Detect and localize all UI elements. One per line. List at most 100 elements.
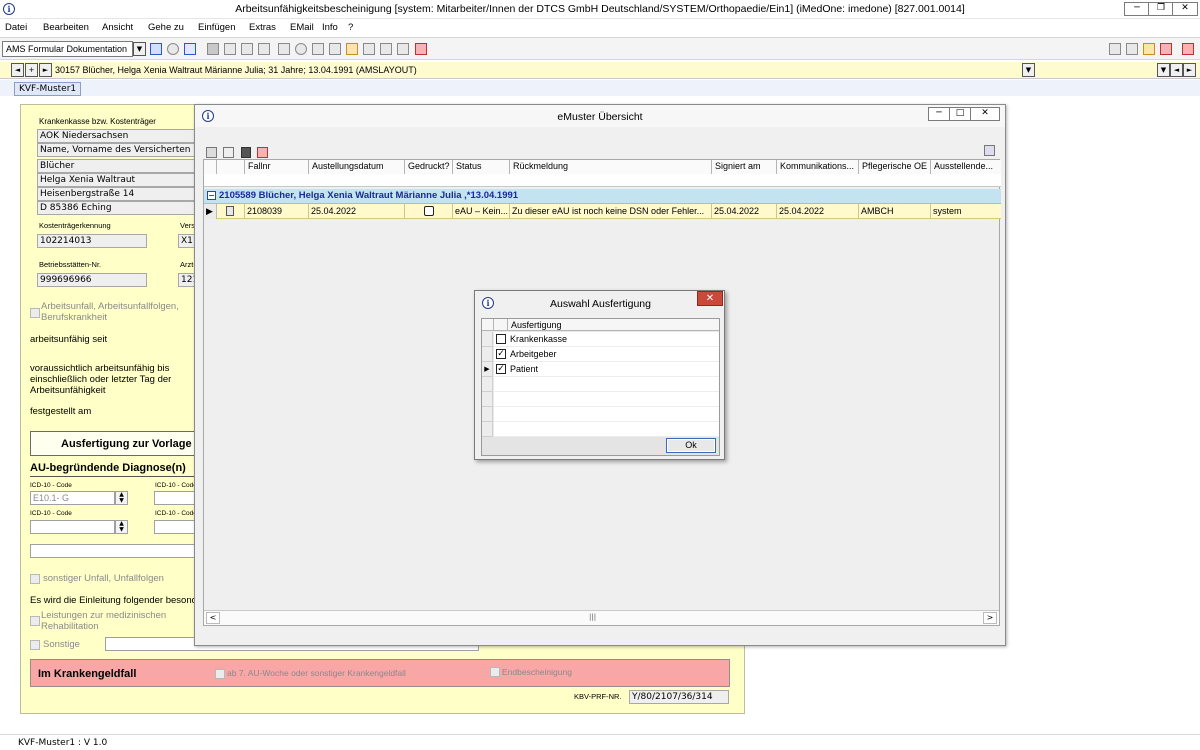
header-fallnr[interactable]: Fallnr (245, 160, 309, 174)
leistungen-checkbox[interactable] (30, 616, 40, 626)
ok-button[interactable]: Ok (666, 438, 716, 453)
warning-doc-icon[interactable] (1143, 43, 1155, 55)
menu-gehe-zu[interactable]: Gehe zu (148, 22, 184, 33)
icd-field-2[interactable] (154, 491, 199, 505)
trash-icon[interactable] (241, 147, 251, 158)
export-icon[interactable] (346, 43, 358, 55)
city-field[interactable]: D 85386 Eching (37, 201, 195, 215)
new-document-icon[interactable] (224, 43, 236, 55)
open-icon[interactable] (223, 147, 234, 158)
filter-icon[interactable] (150, 43, 162, 55)
group-row[interactable]: − 2105589 Blücher, Helga Xenia Waltraut … (204, 189, 1001, 204)
menu-einfuegen[interactable]: Einfügen (198, 22, 236, 33)
header-rueckmeldung[interactable]: Rückmeldung (510, 160, 712, 174)
save-icon[interactable] (207, 43, 219, 55)
table-row[interactable]: ▶ 2108039 25.04.2022 eAU – Kein... Zu di… (204, 204, 1001, 219)
menu-ansicht[interactable]: Ansicht (102, 22, 133, 33)
list-item[interactable]: Patient (508, 362, 719, 377)
info-document-icon[interactable] (380, 43, 392, 55)
emuster-minimize-button[interactable]: ─ (928, 107, 950, 121)
row-selected-arrow-icon[interactable]: ▶ (482, 362, 493, 377)
header-pflegerische-oe[interactable]: Pflegerische OE (859, 160, 931, 174)
diagnose-text-field[interactable] (30, 544, 200, 558)
kennung-field[interactable]: 102214013 (37, 234, 147, 248)
window-icon[interactable] (1126, 43, 1138, 55)
patient-checkbox[interactable]: ✓ (496, 364, 506, 374)
filter-row[interactable] (204, 174, 1001, 187)
attach-icon[interactable] (397, 43, 409, 55)
collapse-icon[interactable]: − (207, 191, 216, 200)
edit-icon[interactable] (363, 43, 375, 55)
menu-extras[interactable]: Extras (249, 22, 276, 33)
settings-icon[interactable] (295, 43, 307, 55)
menu-help[interactable]: ? (348, 22, 353, 33)
print-icon[interactable] (257, 147, 268, 158)
header-signiert[interactable]: Signiert am (712, 160, 777, 174)
header-gedruckt[interactable]: Gedruckt? (405, 160, 453, 174)
row-header-0[interactable] (482, 332, 493, 347)
close-button[interactable]: ✕ (1172, 2, 1198, 16)
alert-icon[interactable] (1160, 43, 1172, 55)
restore-button[interactable]: ❐ (1148, 2, 1174, 16)
row-doc-icon[interactable] (217, 204, 245, 219)
icd-field-3[interactable] (30, 520, 115, 534)
header-ausstellungsdatum[interactable]: Austellungsdatum (309, 160, 405, 174)
horizontal-scrollbar[interactable]: < ||| > (204, 610, 999, 625)
icd-stepper-1[interactable]: ▲ ▼ (115, 491, 128, 505)
scroll-right-icon[interactable]: > (983, 612, 997, 624)
form-select-combo[interactable]: AMS Formular Dokumentation (2, 41, 133, 57)
header-status[interactable]: Status (453, 160, 510, 174)
minimize-button[interactable]: ─ (1124, 2, 1150, 16)
header-ausstellende[interactable]: Ausstellende... (931, 160, 1001, 174)
search-icon[interactable] (167, 43, 179, 55)
print-icon[interactable] (278, 43, 290, 55)
street-field[interactable]: Heisenbergstraße 14 (37, 187, 195, 201)
menu-email[interactable]: EMail (290, 22, 314, 33)
scroll-thumb[interactable]: ||| (589, 613, 596, 621)
ausfertigung-box[interactable]: Ausfertigung zur Vorlage b (30, 431, 201, 456)
arzt-field[interactable]: 121 (178, 273, 198, 287)
sonstige-checkbox[interactable] (30, 640, 40, 650)
header-kommunikation[interactable]: Kommunikations... (777, 160, 859, 174)
tools-icon[interactable] (312, 43, 324, 55)
patient-dropdown[interactable]: ▼ (1022, 63, 1035, 77)
forward-arrow-icon[interactable]: ► (39, 63, 52, 77)
row-selector-icon[interactable]: ▶ (204, 204, 217, 219)
form-select-dropdown[interactable]: ▼ (133, 42, 146, 56)
gedruckt-checkbox[interactable] (424, 206, 434, 216)
refresh-icon[interactable] (206, 147, 217, 158)
row-header-1[interactable] (482, 347, 493, 362)
add-icon[interactable]: + (25, 63, 38, 77)
sonstiger-unfall-checkbox[interactable] (30, 574, 40, 584)
menu-info[interactable]: Info (322, 22, 338, 33)
icd-field-4[interactable] (154, 520, 199, 534)
kasse-field[interactable]: AOK Niedersachsen (37, 129, 195, 143)
nav-dropdown[interactable]: ▼ (1157, 63, 1170, 77)
bsnr-field[interactable]: 999696966 (37, 273, 147, 287)
emuster-maximize-button[interactable]: □ (949, 107, 971, 121)
name2-field[interactable]: Helga Xenia Waltraut (37, 173, 195, 187)
arbeitsunfall-checkbox[interactable] (30, 308, 40, 318)
arbeitgeber-checkbox[interactable]: ✓ (496, 349, 506, 359)
tab-kvf-muster1[interactable]: KVF-Muster1 (14, 82, 82, 96)
preview-icon[interactable] (329, 43, 341, 55)
krankenkasse-checkbox[interactable] (496, 334, 506, 344)
menu-bearbeiten[interactable]: Bearbeiten (43, 22, 89, 33)
copy-icon[interactable] (241, 43, 253, 55)
delete-icon[interactable] (258, 43, 270, 55)
endbescheinigung-checkbox[interactable] (490, 667, 500, 677)
list-item[interactable]: Krankenkasse (508, 332, 719, 347)
list-item[interactable]: Arbeitgeber (508, 347, 719, 362)
grid-settings-icon[interactable] (984, 145, 995, 156)
emuster-close-button[interactable]: ✕ (970, 107, 1000, 121)
layout-icon[interactable] (1109, 43, 1121, 55)
scroll-left-icon[interactable]: < (206, 612, 220, 624)
icd-field-1[interactable]: E10.1- G (30, 491, 115, 505)
back-arrow-icon[interactable]: ◄ (11, 63, 24, 77)
name1-field[interactable]: Blücher (37, 159, 195, 173)
dialog-close-button[interactable]: ✕ (697, 291, 723, 306)
navigate-icon[interactable] (184, 43, 196, 55)
dialog-header-ausfertigung[interactable]: Ausfertigung (511, 320, 562, 330)
vers-field[interactable]: X11 (178, 234, 199, 248)
ab7-checkbox[interactable] (215, 669, 225, 679)
